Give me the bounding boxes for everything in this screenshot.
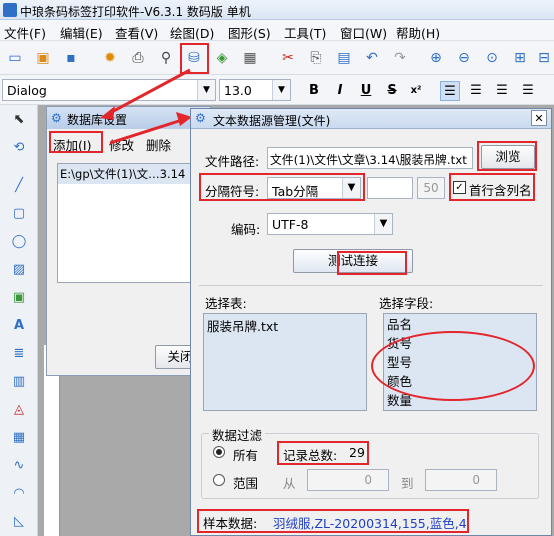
from-label: 从 — [283, 476, 296, 491]
dialog-title: 文本数据源管理(文件) — [213, 114, 331, 128]
arrowhead-1 — [100, 106, 115, 120]
table-list[interactable]: 服装吊牌.txt — [203, 313, 367, 411]
select-table-label: 选择表: — [205, 296, 247, 311]
close-icon[interactable]: ✕ — [531, 110, 547, 126]
range-label: 范围 — [233, 476, 259, 491]
dialog-gear-icon: ⚙ — [195, 111, 206, 125]
encoding-select[interactable]: UTF-8 ▼ — [267, 213, 393, 235]
all-label: 所有 — [233, 448, 259, 463]
file-path-value: 文件(1)\文件\文章\3.14\服装吊牌.txt — [270, 153, 467, 167]
encoding-label: 编码: — [231, 222, 261, 237]
all-radio[interactable] — [213, 446, 225, 458]
arrow-line-2 — [109, 118, 183, 145]
encoding-value: UTF-8 — [272, 217, 309, 232]
divider — [199, 285, 543, 286]
chevron-down-icon[interactable]: ▼ — [374, 214, 392, 234]
to-input[interactable]: 0 — [425, 469, 497, 491]
file-path-input[interactable]: 文件(1)\文件\文章\3.14\服装吊牌.txt — [267, 147, 473, 169]
custom-separator-input[interactable] — [367, 177, 413, 199]
to-label: 到 — [401, 476, 414, 491]
filter-label: 数据过滤 — [209, 425, 266, 444]
first-row-highlight — [449, 173, 535, 201]
select-field-label: 选择字段: — [379, 296, 434, 311]
fields-highlight — [371, 331, 535, 401]
test-connection-highlight — [337, 251, 407, 275]
from-input[interactable]: 0 — [307, 469, 389, 491]
separator-code-input[interactable]: 50 — [417, 177, 445, 199]
browse-highlight — [477, 141, 537, 171]
range-radio[interactable] — [213, 474, 225, 486]
separator-highlight — [199, 173, 365, 201]
dialog-titlebar: ⚙ 文本数据源管理(文件) ✕ — [191, 109, 551, 129]
sample-highlight — [197, 509, 469, 533]
table-item[interactable]: 服装吊牌.txt — [204, 314, 366, 337]
file-path-label: 文件路径: — [205, 154, 260, 169]
record-count-highlight — [277, 441, 369, 465]
arrow-line-1 — [107, 68, 191, 116]
text-datasource-dialog: ⚙ 文本数据源管理(文件) ✕ 文件路径: 文件(1)\文件\文章\3.14\服… — [190, 108, 552, 536]
